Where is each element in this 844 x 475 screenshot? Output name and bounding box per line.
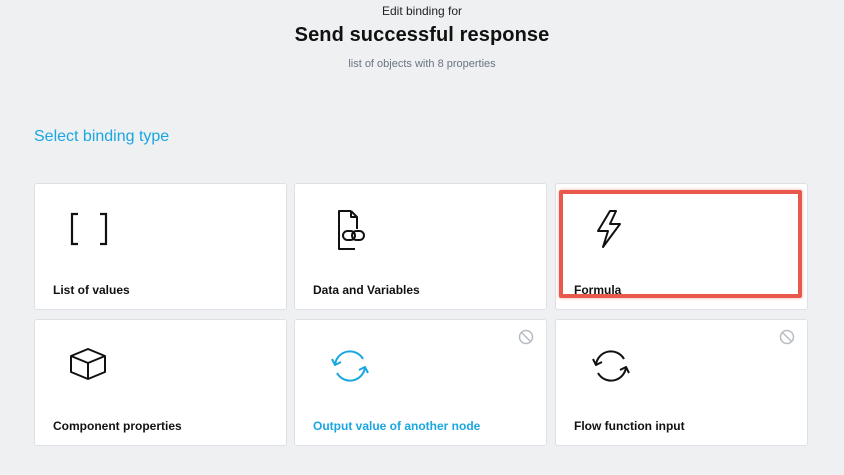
refresh-arrows-icon (329, 345, 369, 385)
binding-card-data-and-variables[interactable]: Data and Variables (294, 183, 547, 310)
card-label: Data and Variables (313, 283, 420, 297)
section-heading: Select binding type (34, 128, 170, 145)
page-subtitle: list of objects with 8 properties (348, 58, 496, 70)
binding-card-formula[interactable]: Formula (555, 183, 808, 310)
card-label: Formula (574, 283, 622, 297)
binding-card-list-of-values[interactable]: List of values (34, 183, 287, 310)
edit-binding-label: Edit binding for (381, 4, 463, 18)
binding-card-output-value-of-another-node[interactable]: Output value of another node (294, 319, 547, 446)
refresh-arrows-icon (590, 345, 630, 385)
card-label: Output value of another node (313, 419, 481, 433)
disabled-icon (779, 329, 795, 345)
card-label: List of values (53, 283, 130, 297)
page-title: Send successful response (294, 24, 550, 46)
card-label: Flow function input (574, 419, 685, 433)
disabled-icon (518, 329, 534, 345)
binding-card-component-properties[interactable]: Component properties (34, 319, 287, 446)
document-link-icon (329, 209, 369, 250)
brackets-icon (69, 209, 109, 249)
cube-icon (69, 345, 109, 385)
binding-card-flow-function-input[interactable]: Flow function input (555, 319, 808, 446)
card-label: Component properties (53, 419, 182, 433)
lightning-icon (590, 209, 630, 249)
